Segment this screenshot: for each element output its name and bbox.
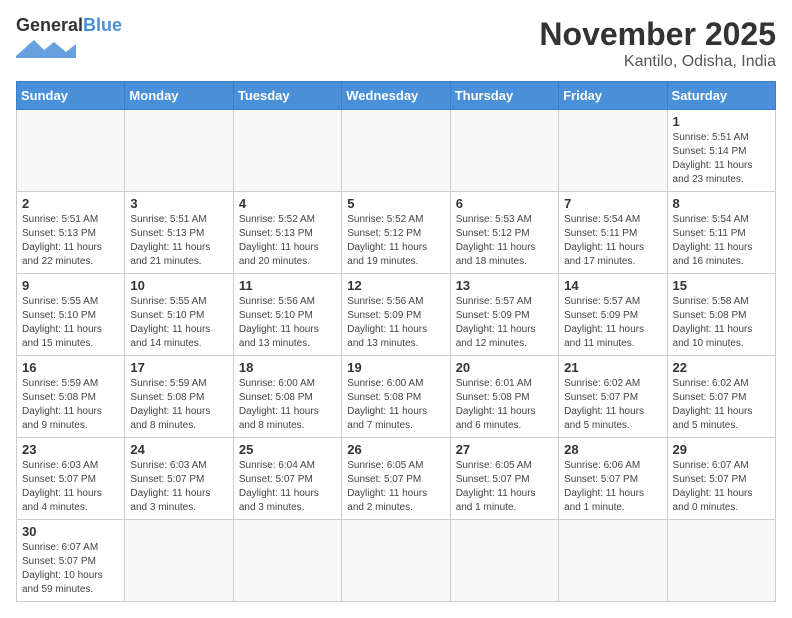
day-14: 14 Sunrise: 5:57 AMSunset: 5:09 PMDaylig…	[559, 274, 667, 356]
week-row-5: 23 Sunrise: 6:03 AMSunset: 5:07 PMDaylig…	[17, 438, 776, 520]
header-monday: Monday	[125, 82, 233, 110]
day-5: 5 Sunrise: 5:52 AMSunset: 5:12 PMDayligh…	[342, 192, 450, 274]
day-10: 10 Sunrise: 5:55 AMSunset: 5:10 PMDaylig…	[125, 274, 233, 356]
day-19: 19 Sunrise: 6:00 AMSunset: 5:08 PMDaylig…	[342, 356, 450, 438]
day-number-1: 1	[673, 114, 770, 129]
title-area: November 2025 Kantilo, Odisha, India	[539, 16, 776, 71]
day-22: 22 Sunrise: 6:02 AMSunset: 5:07 PMDaylig…	[667, 356, 775, 438]
day-13: 13 Sunrise: 5:57 AMSunset: 5:09 PMDaylig…	[450, 274, 558, 356]
empty-cell	[559, 110, 667, 192]
page-header: GeneralBlue November 2025 Kantilo, Odish…	[16, 16, 776, 71]
weekday-header-row: Sunday Monday Tuesday Wednesday Thursday…	[17, 82, 776, 110]
logo-icon	[16, 38, 76, 60]
day-4: 4 Sunrise: 5:52 AMSunset: 5:13 PMDayligh…	[233, 192, 341, 274]
day-24: 24 Sunrise: 6:03 AMSunset: 5:07 PMDaylig…	[125, 438, 233, 520]
day-20: 20 Sunrise: 6:01 AMSunset: 5:08 PMDaylig…	[450, 356, 558, 438]
header-saturday: Saturday	[667, 82, 775, 110]
month-title: November 2025	[539, 16, 776, 53]
week-row-1: 1 Sunrise: 5:51 AMSunset: 5:14 PMDayligh…	[17, 110, 776, 192]
day-12: 12 Sunrise: 5:56 AMSunset: 5:09 PMDaylig…	[342, 274, 450, 356]
logo-text: GeneralBlue	[16, 16, 122, 36]
empty-cell	[125, 110, 233, 192]
empty-cell	[125, 520, 233, 602]
day-17: 17 Sunrise: 5:59 AMSunset: 5:08 PMDaylig…	[125, 356, 233, 438]
empty-cell	[450, 520, 558, 602]
day-18: 18 Sunrise: 6:00 AMSunset: 5:08 PMDaylig…	[233, 356, 341, 438]
header-wednesday: Wednesday	[342, 82, 450, 110]
week-row-4: 16 Sunrise: 5:59 AMSunset: 5:08 PMDaylig…	[17, 356, 776, 438]
header-thursday: Thursday	[450, 82, 558, 110]
day-2: 2 Sunrise: 5:51 AMSunset: 5:13 PMDayligh…	[17, 192, 125, 274]
day-8: 8 Sunrise: 5:54 AMSunset: 5:11 PMDayligh…	[667, 192, 775, 274]
header-sunday: Sunday	[17, 82, 125, 110]
empty-cell	[342, 520, 450, 602]
header-tuesday: Tuesday	[233, 82, 341, 110]
day-info-1: Sunrise: 5:51 AMSunset: 5:14 PMDaylight:…	[673, 131, 770, 187]
day-28: 28 Sunrise: 6:06 AMSunset: 5:07 PMDaylig…	[559, 438, 667, 520]
week-row-3: 9 Sunrise: 5:55 AMSunset: 5:10 PMDayligh…	[17, 274, 776, 356]
day-1: 1 Sunrise: 5:51 AMSunset: 5:14 PMDayligh…	[667, 110, 775, 192]
empty-cell	[450, 110, 558, 192]
logo: GeneralBlue	[16, 16, 122, 60]
empty-cell	[233, 520, 341, 602]
day-9: 9 Sunrise: 5:55 AMSunset: 5:10 PMDayligh…	[17, 274, 125, 356]
day-16: 16 Sunrise: 5:59 AMSunset: 5:08 PMDaylig…	[17, 356, 125, 438]
week-row-2: 2 Sunrise: 5:51 AMSunset: 5:13 PMDayligh…	[17, 192, 776, 274]
day-15: 15 Sunrise: 5:58 AMSunset: 5:08 PMDaylig…	[667, 274, 775, 356]
empty-cell	[342, 110, 450, 192]
empty-cell	[559, 520, 667, 602]
day-3: 3 Sunrise: 5:51 AMSunset: 5:13 PMDayligh…	[125, 192, 233, 274]
day-21: 21 Sunrise: 6:02 AMSunset: 5:07 PMDaylig…	[559, 356, 667, 438]
day-6: 6 Sunrise: 5:53 AMSunset: 5:12 PMDayligh…	[450, 192, 558, 274]
day-7: 7 Sunrise: 5:54 AMSunset: 5:11 PMDayligh…	[559, 192, 667, 274]
day-11: 11 Sunrise: 5:56 AMSunset: 5:10 PMDaylig…	[233, 274, 341, 356]
empty-cell	[17, 110, 125, 192]
empty-cell	[667, 520, 775, 602]
day-30: 30 Sunrise: 6:07 AMSunset: 5:07 PMDaylig…	[17, 520, 125, 602]
day-27: 27 Sunrise: 6:05 AMSunset: 5:07 PMDaylig…	[450, 438, 558, 520]
day-29: 29 Sunrise: 6:07 AMSunset: 5:07 PMDaylig…	[667, 438, 775, 520]
week-row-6: 30 Sunrise: 6:07 AMSunset: 5:07 PMDaylig…	[17, 520, 776, 602]
day-23: 23 Sunrise: 6:03 AMSunset: 5:07 PMDaylig…	[17, 438, 125, 520]
location: Kantilo, Odisha, India	[539, 53, 776, 71]
day-26: 26 Sunrise: 6:05 AMSunset: 5:07 PMDaylig…	[342, 438, 450, 520]
day-25: 25 Sunrise: 6:04 AMSunset: 5:07 PMDaylig…	[233, 438, 341, 520]
header-friday: Friday	[559, 82, 667, 110]
empty-cell	[233, 110, 341, 192]
calendar-table: Sunday Monday Tuesday Wednesday Thursday…	[16, 81, 776, 602]
